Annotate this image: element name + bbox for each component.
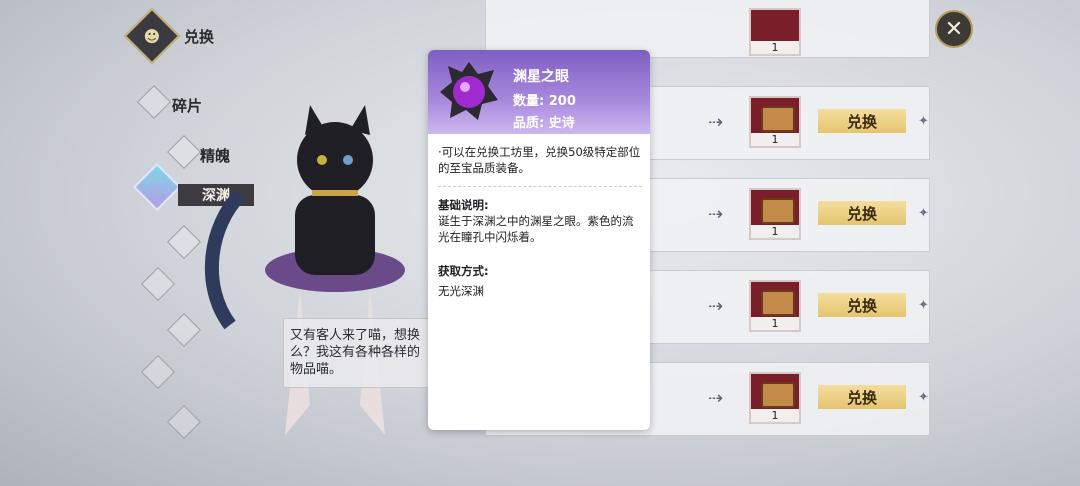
arrow-right-icon: ⇢ [708, 204, 724, 225]
exchange-button[interactable]: 兑换 [818, 385, 906, 409]
source-text: 无光深渊 [438, 284, 484, 298]
menu-header: ☻ 兑换 [123, 7, 215, 65]
diamond-decor-icon [141, 267, 175, 301]
treasure-chest-icon[interactable]: 1 [749, 280, 801, 332]
item-detail-popup: 渊星之眼 数量: 200 品质: 史诗 ·可以在兑换工坊里，兑换50级特定部位的… [428, 50, 650, 430]
close-icon: ✕ [944, 16, 964, 42]
sparkle-icon: ✦ [918, 206, 929, 221]
shop-cat-icon: ☻ [123, 7, 181, 65]
basic-info-title: 基础说明: [438, 198, 489, 212]
item-quality: 品质: 史诗 [513, 116, 575, 131]
item-count: 1 [751, 225, 799, 238]
diamond-decor-icon [167, 405, 201, 439]
item-quantity: 数量: 200 [513, 94, 576, 109]
treasure-chest-icon[interactable]: 1 [749, 8, 801, 56]
menu-item-fragments[interactable]: 碎片 [172, 95, 202, 116]
item-name: 渊星之眼 [513, 69, 569, 85]
item-count: 1 [751, 317, 799, 330]
exchange-button[interactable]: 兑换 [818, 109, 906, 133]
arrow-right-icon: ⇢ [708, 112, 724, 133]
npc-dialog: 又有客人来了喵，想换么？我这有各种各样的物品喵。 [283, 318, 433, 388]
active-diamond-icon [132, 162, 182, 212]
diamond-decor-icon [141, 355, 175, 389]
popup-body: ·可以在兑换工坊里，兑换50级特定部位的至宝品质装备。 基础说明: 诞生于深渊之… [438, 144, 642, 299]
treasure-chest-icon[interactable]: 1 [749, 188, 801, 240]
item-count: 1 [751, 409, 799, 422]
purple-gem-icon [440, 62, 498, 120]
npc-cat-character [204, 105, 405, 435]
treasure-chest-icon[interactable]: 1 [749, 372, 801, 424]
popup-header: 渊星之眼 数量: 200 品质: 史诗 [428, 50, 650, 134]
close-button[interactable]: ✕ [935, 10, 973, 48]
treasure-chest-icon[interactable]: 1 [749, 96, 801, 148]
divider [438, 186, 642, 187]
basic-info-text: 诞生于深渊之中的渊星之眼。紫色的流光在瞳孔中闪烁着。 [438, 214, 634, 244]
diamond-decor-icon [167, 313, 201, 347]
diamond-decor-icon [167, 135, 201, 169]
item-count: 1 [751, 133, 799, 146]
item-count: 1 [751, 41, 799, 54]
source-title: 获取方式: [438, 264, 489, 278]
diamond-decor-icon [137, 85, 171, 119]
item-usage-desc: ·可以在兑换工坊里，兑换50级特定部位的至宝品质装备。 [438, 145, 641, 175]
arrow-right-icon: ⇢ [708, 296, 724, 317]
exchange-button[interactable]: 兑换 [818, 293, 906, 317]
sparkle-icon: ✦ [918, 390, 929, 405]
sparkle-icon: ✦ [918, 114, 929, 129]
sparkle-icon: ✦ [918, 298, 929, 313]
menu-title: 兑换 [184, 27, 215, 46]
diamond-decor-icon [167, 225, 201, 259]
arrow-right-icon: ⇢ [708, 388, 724, 409]
exchange-button[interactable]: 兑换 [818, 201, 906, 225]
